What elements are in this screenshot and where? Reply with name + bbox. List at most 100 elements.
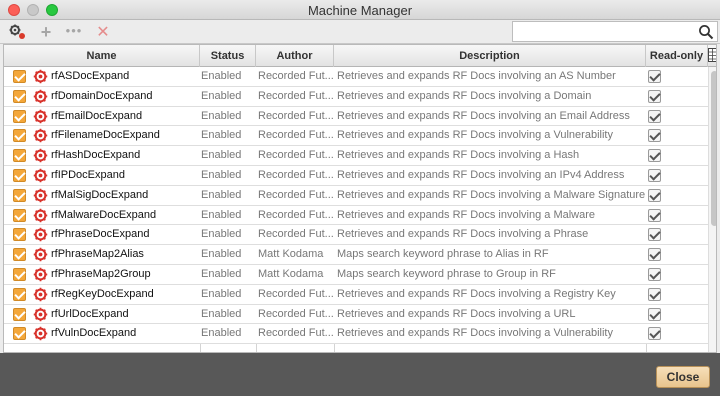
table-row[interactable]: rfRegKeyDocExpand Enabled Recorded Fut... R… [4,284,708,305]
table-row[interactable]: rfDomainDocExpand Enabled Recorded Fut... R… [4,86,708,107]
machine-description: Maps search keyword phrase to Group in R… [337,267,556,280]
machine-gear-icon [33,326,48,341]
search-field[interactable] [516,23,696,40]
title-bar: Machine Manager [0,0,720,20]
search-icon[interactable] [698,24,714,40]
machine-name: rfPhraseMap2Alias [51,248,144,261]
machine-gear-icon [33,287,48,302]
machine-gear-icon [33,227,48,242]
machine-author: Recorded Fut... [258,168,333,181]
more-icon[interactable]: ••• [64,21,84,39]
table-row[interactable]: rfASDocExpand Enabled Recorded Fut... Retri… [4,67,708,87]
enabled-checkbox[interactable] [13,70,26,83]
machine-description: Retrieves and expands RF Docs involving … [337,188,646,201]
enabled-checkbox[interactable] [13,228,26,242]
enabled-checkbox[interactable] [13,109,26,123]
dialog-footer: Close [0,353,720,396]
machine-author: Recorded Fut... [258,188,333,201]
machine-author: Matt Kodama [258,267,324,280]
machine-name: rfHashDocExpand [51,149,141,162]
column-header-description[interactable]: Description [334,45,646,67]
column-header-author[interactable]: Author [256,45,334,67]
enabled-checkbox[interactable] [13,149,26,163]
machine-status: Enabled [201,287,242,300]
table-row[interactable]: rfVulnDocExpand Enabled Recorded Fut... Ret… [4,324,708,345]
machine-description: Retrieves and expands RF Docs involving … [337,307,576,320]
machine-name: rfPhraseDocExpand [51,228,150,241]
read-only-checkbox [648,307,661,321]
machine-name: rfEmailDocExpand [51,109,143,122]
read-only-checkbox [648,287,661,301]
machine-description: Retrieves and expands RF Docs involving … [337,327,613,340]
machine-gear-icon [33,89,48,104]
column-header-name[interactable]: Name [4,45,200,67]
table-row[interactable]: rfHashDocExpand Enabled Recorded Fut... Ret… [4,146,708,166]
read-only-checkbox [648,327,661,341]
add-icon[interactable]: + [36,22,56,42]
enabled-checkbox[interactable] [13,188,26,202]
machine-description: Retrieves and expands RF Docs involving … [337,109,630,122]
close-button[interactable]: Close [656,366,710,388]
machine-gear-icon [33,168,48,183]
column-chooser-icon[interactable] [708,47,717,63]
table-row[interactable]: rfUrlDocExpand Enabled Recorded Fut... Retr… [4,304,708,325]
enabled-checkbox[interactable] [13,168,26,182]
delete-icon[interactable]: ✕ [93,23,113,41]
enabled-checkbox[interactable] [13,248,26,262]
read-only-checkbox [648,248,661,262]
search-input[interactable] [512,21,718,42]
column-header-read-only[interactable]: Read-only [646,45,708,67]
machine-status: Enabled [201,188,242,201]
table-row[interactable]: rfPhraseDocExpand Enabled Recorded Fut... R… [4,225,708,246]
column-header-status[interactable]: Status [200,45,256,67]
machine-status: Enabled [201,327,242,340]
machine-name: rfRegKeyDocExpand [51,287,154,300]
table-row[interactable]: rfMalwareDocExpand Enabled Recorded Fut...… [4,205,708,226]
window-title: Machine Manager [307,3,413,18]
machine-status: Enabled [201,129,242,142]
machine-description: Retrieves and expands RF Docs involving … [337,228,589,241]
machine-gear-icon [33,148,48,163]
table-body: rfASDocExpand Enabled Recorded Fut... Retri… [4,67,708,345]
machine-status: Enabled [201,149,242,162]
machine-status: Enabled [201,89,242,102]
table-row[interactable]: rfEmailDocExpand Enabled Recorded Fut... Re… [4,106,708,127]
gear-link-icon[interactable] [8,23,28,41]
machine-description: Retrieves and expands RF Docs involving … [337,168,625,181]
enabled-checkbox[interactable] [13,287,26,301]
vertical-scrollbar[interactable] [708,67,716,352]
machine-description: Maps search keyword phrase to Alias in R… [337,248,549,261]
enabled-checkbox[interactable] [13,307,26,321]
table-row[interactable]: rfPhraseMap2Group Enabled Matt Kodama Maps … [4,264,708,285]
table-row[interactable]: rfMalSigDocExpand Enabled Recorded Fut... R… [4,185,708,206]
machine-description: Retrieves and expands RF Docs involving … [337,149,580,162]
machine-table: Name Status Author Description Read-only… [3,44,717,353]
machine-description: Retrieves and expands RF Docs involving … [337,129,613,142]
machine-gear-icon [33,188,48,203]
machine-description: Retrieves and expands RF Docs involving … [337,287,616,300]
machine-name: rfASDocExpand [51,70,130,82]
machine-status: Enabled [201,307,242,320]
machine-gear-icon [33,109,48,124]
scrollbar-thumb[interactable] [711,71,716,226]
read-only-checkbox [648,188,661,202]
machine-status: Enabled [201,168,242,181]
machine-status: Enabled [201,208,242,221]
machine-author: Recorded Fut... [258,307,333,320]
table-row[interactable]: rfPhraseMap2Alias Enabled Matt Kodama Maps … [4,245,708,265]
enabled-checkbox[interactable] [13,208,26,222]
machine-author: Recorded Fut... [258,287,333,300]
table-row[interactable]: rfFilenameDocExpand Enabled Recorded Fut..… [4,126,708,147]
read-only-checkbox [648,228,661,242]
machine-status: Enabled [201,70,242,82]
table-row[interactable]: rfIPDocExpand Enabled Recorded Fut... Retri… [4,165,708,186]
enabled-checkbox[interactable] [13,89,26,103]
read-only-checkbox [648,109,661,123]
read-only-checkbox [648,149,661,163]
machine-gear-icon [33,307,48,322]
enabled-checkbox[interactable] [13,129,26,143]
enabled-checkbox[interactable] [13,267,26,281]
machine-name: rfIPDocExpand [51,168,125,181]
enabled-checkbox[interactable] [13,327,26,341]
machine-author: Recorded Fut... [258,208,333,221]
